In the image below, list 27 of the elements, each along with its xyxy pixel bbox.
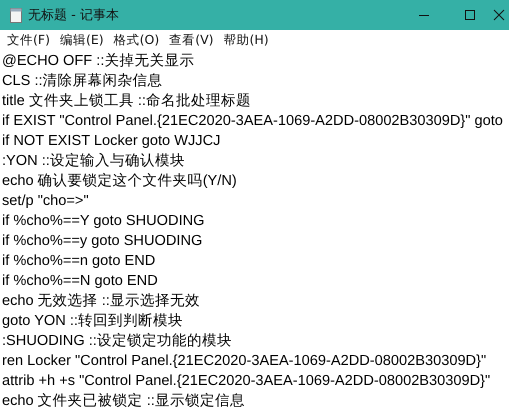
text-line: if %cho%==Y goto SHUODING: [2, 212, 205, 231]
menu-item[interactable]: 编辑(E): [56, 30, 111, 50]
text-line: title 文件夹上锁工具 ::命名批处理标题: [2, 92, 251, 111]
text-line: goto YON ::转回到判断模块: [2, 312, 183, 331]
text-line: :YON ::设定输入与确认模块: [2, 152, 185, 171]
text-line: CLS ::清除屏幕闲杂信息: [2, 72, 163, 91]
menu-item[interactable]: 查看(V): [166, 30, 221, 50]
menu-item[interactable]: 帮助(H): [220, 30, 276, 50]
text-line: attrib +h +s "Control Panel.{21EC2020-3AEA-1069-A2DD-08002B30309D}": [2, 372, 490, 391]
notepad-icon: [10, 8, 22, 22]
text-line: echo 文件夹已被锁定 ::显示锁定信息: [2, 392, 245, 411]
maximize-icon[interactable]: [464, 9, 476, 21]
menu-item[interactable]: 格式(O): [110, 30, 166, 50]
menu-item[interactable]: 文件(F): [4, 30, 57, 50]
text-line: if EXIST "Control Panel.{21EC2020-3AEA-1069-A2DD-08002B30309D}" goto: [2, 112, 503, 131]
text-line: if %cho%==N goto END: [2, 272, 158, 291]
text-line: echo 确认要锁定这个文件夹吗(Y/N): [2, 172, 237, 191]
text-line: echo 无效选择 ::显示选择无效: [2, 292, 200, 311]
text-line: @ECHO OFF ::关掉无关显示: [2, 52, 194, 71]
text-line: :SHUODING ::设定锁定功能的模块: [2, 332, 232, 351]
text-line: if NOT EXIST Locker goto WJJCJ: [2, 132, 220, 151]
text-line: ren Locker "Control Panel.{21EC2020-3AEA-1069-A2DD-08002B30309D}": [2, 352, 486, 371]
window-title: 无标题 - 记事本: [28, 7, 119, 24]
text-line: if %cho%==y goto SHUODING: [2, 232, 202, 251]
text-line: if %cho%==n goto END: [2, 252, 156, 271]
close-icon[interactable]: [493, 9, 505, 21]
text-line: set/p "cho=>": [2, 192, 89, 211]
